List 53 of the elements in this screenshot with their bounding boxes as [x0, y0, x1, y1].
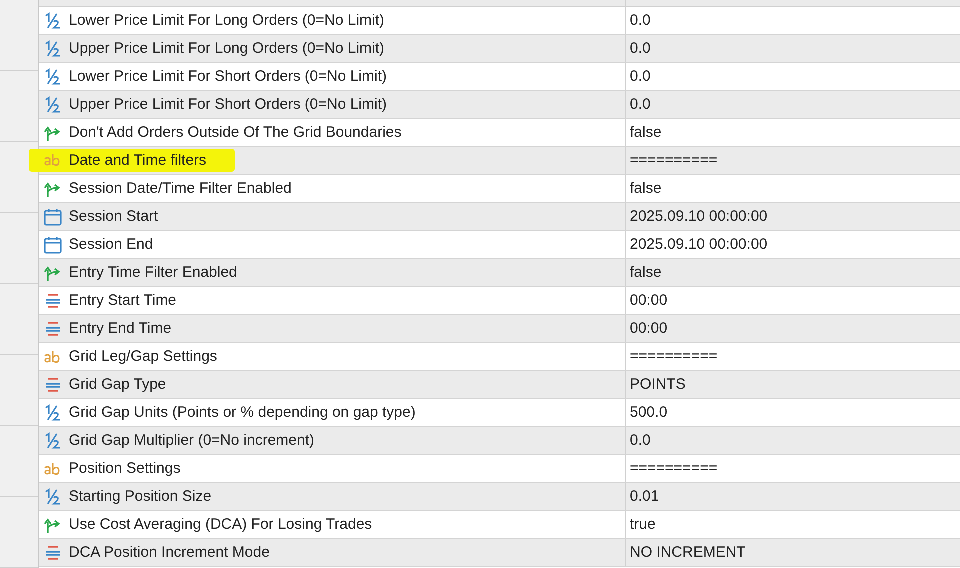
fraction-icon: [43, 68, 63, 86]
parameter-name: Grid Gap Type: [69, 376, 166, 393]
parameter-value[interactable]: ==========: [630, 152, 718, 169]
parameter-value[interactable]: 0.0: [630, 40, 651, 57]
list-lines-icon: [43, 292, 63, 310]
parameter-name: Upper Price Limit For Short Orders (0=No Limit): [69, 96, 388, 113]
parameter-name: Starting Position Size: [69, 488, 212, 505]
fraction-icon: [43, 404, 63, 422]
parameter-value[interactable]: NO INCREMENT: [630, 544, 746, 561]
parameter-value[interactable]: ==========: [630, 348, 718, 365]
parameter-name: Entry End Time: [69, 320, 172, 337]
parameter-value[interactable]: 0.01: [630, 488, 660, 505]
parameter-value[interactable]: 0.0: [630, 68, 651, 85]
parameter-value[interactable]: 00:00: [630, 292, 668, 309]
parameter-name: Session Start: [69, 208, 158, 225]
fraction-icon: [43, 432, 63, 450]
list-lines-icon: [43, 544, 63, 562]
parameter-name: Don't Add Orders Outside Of The Grid Boundaries: [69, 124, 402, 141]
parameter-value[interactable]: false: [630, 124, 662, 141]
parameter-value[interactable]: false: [630, 180, 662, 197]
parameter-value[interactable]: POINTS: [630, 376, 686, 393]
calendar-icon: [43, 208, 63, 226]
parameter-value[interactable]: 00:00: [630, 320, 668, 337]
fraction-icon: [43, 40, 63, 58]
parameter-value[interactable]: 500.0: [630, 404, 668, 421]
parameter-name: Upper Price Limit For Long Orders (0=No Limit): [69, 40, 385, 57]
parameter-name: Grid Gap Multiplier (0=No increment): [69, 432, 315, 449]
calendar-icon: [43, 236, 63, 254]
parameter-value[interactable]: 0.0: [630, 432, 651, 449]
parameter-value[interactable]: 2025.09.10 00:00:00: [630, 236, 768, 253]
fraction-icon: [43, 12, 63, 30]
parameter-name: Lower Price Limit For Long Orders (0=No Limit): [69, 12, 385, 29]
parameter-name: Entry Start Time: [69, 292, 177, 309]
parameter-name: Grid Gap Units (Points or % depending on gap type): [69, 404, 416, 421]
parameter-value[interactable]: ==========: [630, 460, 718, 477]
list-lines-icon: [43, 376, 63, 394]
parameter-value[interactable]: 0.0: [630, 12, 651, 29]
parameter-name: Grid Leg/Gap Settings: [69, 348, 218, 365]
parameter-value[interactable]: false: [630, 264, 662, 281]
parameter-name: DCA Position Increment Mode: [69, 544, 270, 561]
parameter-name: Date and Time filters: [69, 152, 207, 168]
parameter-name: Entry Time Filter Enabled: [69, 264, 238, 281]
parameter-value[interactable]: 0.0: [630, 96, 651, 113]
parameter-name: Use Cost Averaging (DCA) For Losing Trades: [69, 516, 372, 533]
parameter-name: Lower Price Limit For Short Orders (0=No Limit): [69, 68, 388, 85]
parameter-name: Session End: [69, 236, 154, 253]
fraction-icon: [43, 488, 63, 506]
parameter-value[interactable]: 2025.09.10 00:00:00: [630, 208, 768, 225]
parameter-value[interactable]: true: [630, 516, 656, 533]
list-lines-icon: [43, 320, 63, 338]
parameter-name: Session Date/Time Filter Enabled: [69, 180, 292, 197]
parameter-name: Position Settings: [69, 460, 181, 477]
fraction-icon: [43, 96, 63, 114]
